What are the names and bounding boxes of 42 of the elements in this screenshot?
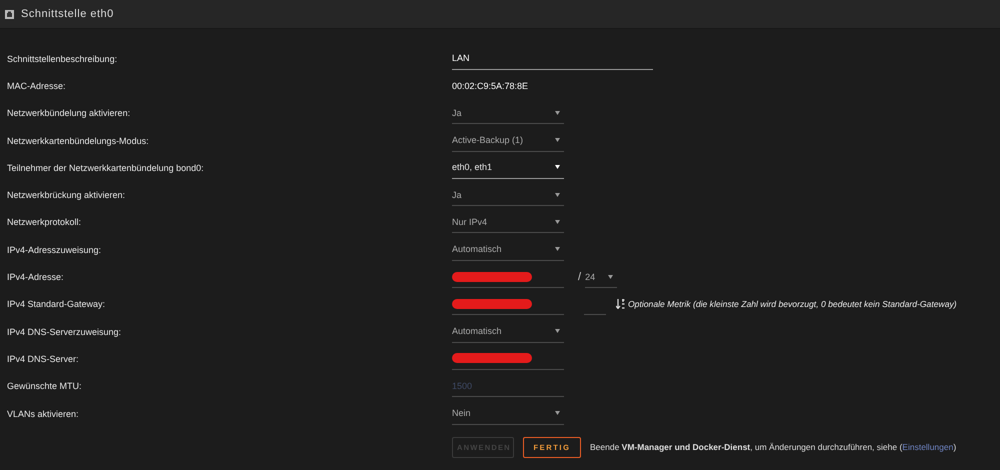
prefix-dropdown[interactable]: 24: [585, 266, 618, 288]
caret-icon: [555, 411, 560, 415]
dropdown[interactable]: Ja: [452, 102, 564, 124]
field-label: IPv4 DNS-Server:: [7, 354, 80, 364]
field-label: VLANs aktivieren:: [7, 408, 80, 418]
field-label: Teilnehmer der Netzwerkkartenbündelung bond0:: [7, 162, 205, 173]
caret-icon: [555, 247, 560, 252]
field-label: Schnittstellenbeschreibung:: [7, 54, 118, 64]
dropdown[interactable]: Nur IPv4: [452, 211, 564, 234]
mac-address: 00:02:C9:5A:78:8E: [452, 80, 528, 91]
caret-icon: [555, 138, 560, 142]
metric-hint: Optionale Metrik (die kleinste Zahl wird bevorzugt, 0 bedeutet kein Standard-Gateway): [628, 299, 957, 310]
restart-notice: Beende VM-Manager und Docker-Dienst, um Änderungen durchzuführen, siehe (Einstellungen): [590, 442, 956, 452]
dropdown[interactable]: Active-Backup (1): [452, 130, 564, 152]
field-label: Netzwerkkartenbündelungs-Modus:: [7, 136, 150, 146]
dropdown[interactable]: Automatisch: [452, 320, 564, 343]
caret-icon: [555, 165, 560, 170]
field-label: MAC-Adresse:: [7, 80, 67, 91]
dropdown[interactable]: eth0, eth1: [452, 156, 564, 179]
network-icon: [5, 10, 14, 18]
settings-link[interactable]: Einstellungen: [902, 442, 954, 452]
caret-icon: [555, 329, 560, 334]
field-label: IPv4-Adresszuweisung:: [7, 244, 102, 255]
dropdown[interactable]: Nein: [452, 402, 564, 424]
caret-icon: [555, 110, 560, 115]
field-label: IPv4-Adresse:: [7, 272, 65, 282]
mtu-field[interactable]: 1500: [452, 375, 564, 398]
field-label: Netzwerkbündelung aktivieren:: [7, 108, 132, 118]
sort-icon: [616, 299, 625, 310]
dropdown[interactable]: Automatisch: [452, 238, 564, 261]
field-label: Netzwerkprotokoll:: [7, 217, 82, 228]
separator: /: [578, 271, 582, 284]
field-label: IPv4 Standard-Gateway:: [7, 299, 106, 310]
caret-icon: [555, 220, 560, 224]
field-label: Netzwerkbrückung aktivieren:: [7, 190, 126, 200]
field-label: Gewünschte MTU:: [7, 381, 83, 392]
field-label: IPv4 DNS-Serverzuweisung:: [7, 326, 122, 337]
caret-icon: [608, 274, 614, 279]
panel-title: Schnittstelle eth0: [21, 8, 114, 20]
caret-icon: [555, 192, 560, 197]
dropdown[interactable]: Ja: [452, 184, 564, 206]
description-field[interactable]: LAN: [452, 48, 653, 70]
